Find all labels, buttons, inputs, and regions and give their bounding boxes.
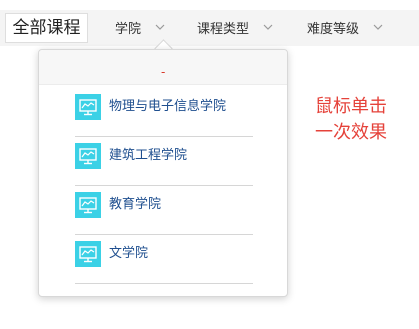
presentation-screen-icon	[75, 241, 101, 267]
annotation-text: 鼠标单击 一次效果	[303, 94, 399, 146]
dropdown-header: -	[39, 50, 287, 85]
college-option-architecture[interactable]: 建筑工程学院	[75, 137, 253, 186]
chevron-down-icon	[263, 20, 273, 35]
college-option-label: 建筑工程学院	[109, 148, 188, 163]
annotation-line-1: 鼠标单击	[315, 96, 387, 117]
filter-course-type-label: 课程类型	[197, 22, 250, 37]
filter-college-label: 学院	[115, 22, 142, 37]
chevron-down-icon	[373, 20, 383, 35]
dropdown-list: 物理与电子信息学院 建筑工程学院 教育学院 文学院	[75, 88, 253, 284]
chevron-down-icon	[155, 20, 165, 35]
college-option-label: 教育学院	[109, 197, 162, 212]
filter-course-type-dropdown[interactable]: 课程类型	[197, 18, 273, 42]
college-option-education[interactable]: 教育学院	[75, 186, 253, 235]
college-option-physics[interactable]: 物理与电子信息学院	[75, 88, 253, 137]
presentation-screen-icon	[75, 143, 101, 169]
filter-college-dropdown[interactable]: 学院	[115, 18, 165, 42]
college-option-literature[interactable]: 文学院	[75, 235, 253, 284]
presentation-screen-icon	[75, 94, 101, 120]
presentation-screen-icon	[75, 192, 101, 218]
college-dropdown-menu: - 物理与电子信息学院 建筑工程学院 教育学院 文学院	[38, 49, 288, 297]
all-courses-button[interactable]: 全部课程	[5, 13, 88, 43]
filter-difficulty-dropdown[interactable]: 难度等级	[307, 18, 383, 42]
filter-difficulty-label: 难度等级	[307, 22, 360, 37]
annotation-line-2: 一次效果	[315, 122, 387, 143]
dropdown-marker: -	[161, 65, 166, 79]
college-option-label: 文学院	[109, 246, 149, 261]
college-option-label: 物理与电子信息学院	[109, 99, 227, 114]
